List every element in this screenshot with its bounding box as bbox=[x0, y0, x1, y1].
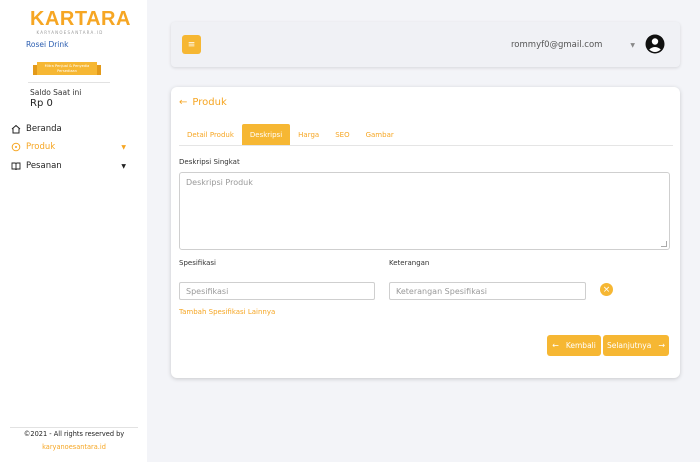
tab-gambar[interactable]: Gambar bbox=[358, 124, 402, 145]
nav-label: Beranda bbox=[26, 124, 62, 134]
logo-text: KARTARA bbox=[30, 8, 131, 30]
account-dropdown[interactable]: rommyf0@gmail.com ▼ bbox=[507, 36, 639, 54]
chevron-down-icon: ▼ bbox=[630, 41, 635, 49]
tab-deskripsi[interactable]: Deskripsi bbox=[241, 124, 291, 145]
specification-note-input[interactable]: Keterangan Spesifikasi bbox=[389, 282, 586, 300]
tab-seo[interactable]: SEO bbox=[327, 124, 357, 145]
balance-label: Saldo Saat ini bbox=[30, 88, 82, 97]
footer-link[interactable]: karyanoesantara.id bbox=[12, 443, 136, 451]
logo-subtext: KARYANOESANTARA.ID bbox=[36, 30, 104, 35]
nav-label: Produk bbox=[26, 142, 56, 152]
product-form-card: ← Produk Detail Produk Deskripsi Harga S… bbox=[171, 87, 680, 378]
back-link[interactable]: ← Produk bbox=[179, 97, 227, 108]
user-icon bbox=[645, 34, 665, 54]
next-button-label: Selanjutnya bbox=[606, 341, 652, 350]
arrow-right-icon: → bbox=[658, 341, 666, 350]
ribbon-band: Mitra Penjual & Penyedia Persediaan bbox=[37, 62, 97, 75]
chevron-down-icon: ▼ bbox=[121, 143, 126, 151]
specification-input[interactable]: Spesifikasi bbox=[179, 282, 375, 300]
specification-label: Spesifikasi bbox=[179, 259, 217, 267]
resize-handle[interactable] bbox=[661, 241, 667, 247]
add-specification-link[interactable]: Tambah Spesifikasi Lainnya bbox=[179, 308, 275, 316]
textarea-placeholder: Deskripsi Produk bbox=[186, 178, 253, 187]
avatar[interactable] bbox=[645, 34, 665, 54]
account-email: rommyf0@gmail.com bbox=[511, 40, 603, 50]
back-button[interactable]: ← Kembali bbox=[547, 335, 601, 356]
arrow-left-icon: ← bbox=[552, 341, 559, 350]
hamburger-icon: ≡ bbox=[187, 39, 196, 50]
divider bbox=[28, 82, 110, 83]
nav-item-produk[interactable]: Produk ▼ bbox=[10, 140, 126, 154]
logo[interactable]: KARTARA KARYANOESANTARA.ID bbox=[30, 8, 131, 35]
divider bbox=[10, 427, 138, 428]
sidebar: KARTARA KARYANOESANTARA.ID Rosei Drink M… bbox=[0, 0, 147, 462]
tab-harga[interactable]: Harga bbox=[290, 124, 327, 145]
short-description-textarea[interactable]: Deskripsi Produk bbox=[179, 172, 670, 250]
seller-badge: Mitra Penjual & Penyedia Persediaan bbox=[33, 60, 101, 77]
short-description-label: Deskripsi Singkat bbox=[179, 158, 240, 166]
next-button[interactable]: Selanjutnya → bbox=[603, 335, 669, 356]
input-placeholder: Keterangan Spesifikasi bbox=[396, 286, 487, 296]
close-icon: × bbox=[602, 284, 611, 295]
tag-icon bbox=[10, 142, 21, 153]
nav-label: Pesanan bbox=[26, 161, 62, 171]
book-icon bbox=[10, 161, 21, 172]
nav-item-pesanan[interactable]: Pesanan ▼ bbox=[10, 159, 126, 173]
remove-specification-button[interactable]: × bbox=[600, 283, 613, 296]
note-label: Keterangan bbox=[389, 259, 430, 267]
tab-detail-produk[interactable]: Detail Produk bbox=[179, 124, 242, 145]
store-name[interactable]: Rosei Drink bbox=[26, 40, 69, 49]
footer-copyright: ©2021 - All rights reserved by bbox=[23, 430, 125, 438]
chevron-down-icon: ▼ bbox=[121, 162, 126, 170]
input-placeholder: Spesifikasi bbox=[186, 286, 229, 296]
home-icon bbox=[10, 124, 21, 135]
nav-item-beranda[interactable]: Beranda bbox=[10, 122, 126, 136]
topbar: ≡ rommyf0@gmail.com ▼ bbox=[171, 22, 680, 67]
back-button-label: Kembali bbox=[565, 341, 596, 350]
menu-toggle-button[interactable]: ≡ bbox=[182, 35, 201, 54]
page-title: Produk bbox=[192, 97, 227, 108]
arrow-left-icon: ← bbox=[179, 97, 188, 108]
tab-bar: Detail Produk Deskripsi Harga SEO Gambar bbox=[179, 124, 673, 146]
balance-value: Rp 0 bbox=[30, 98, 53, 109]
